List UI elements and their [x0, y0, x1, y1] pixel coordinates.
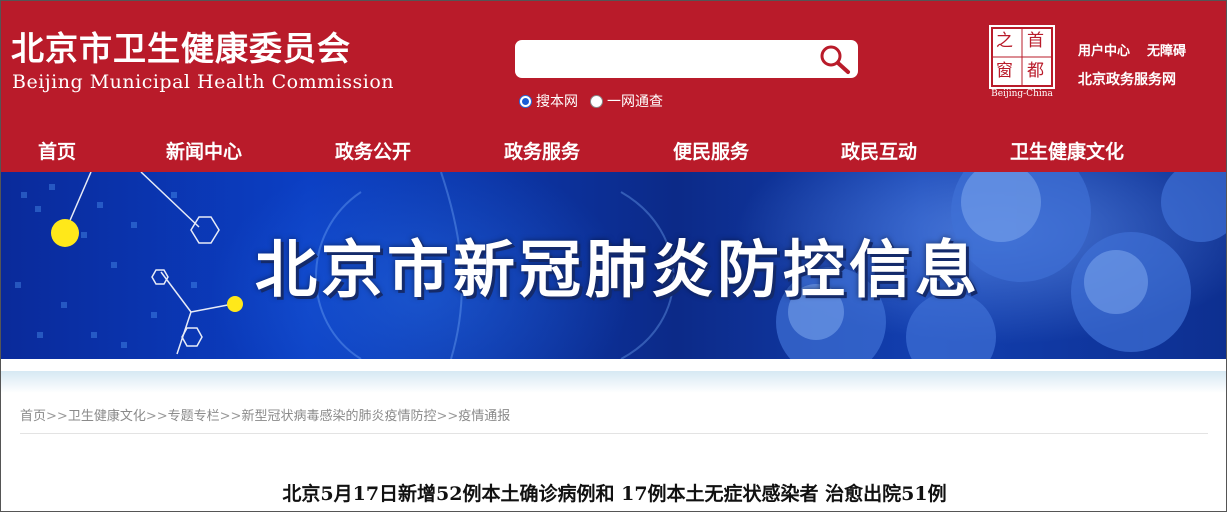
search-box	[515, 40, 858, 78]
site-title[interactable]: 北京市卫生健康委员会	[11, 29, 351, 69]
seal-box: 之 首 窗 都	[989, 25, 1055, 89]
seal-char-2: 首	[1027, 31, 1044, 51]
breadcrumb-separator: >>	[145, 409, 168, 424]
nav-health-culture[interactable]: 卫生健康文化	[1010, 137, 1124, 164]
main-nav: 首页 新闻中心 政务公开 政务服务 便民服务 政民互动 卫生健康文化	[1, 127, 1226, 172]
radio-site-label[interactable]: 搜本网	[536, 91, 578, 111]
nav-public-services[interactable]: 便民服务	[673, 137, 749, 164]
topic-banner[interactable]: 北京市新冠肺炎防控信息	[1, 172, 1226, 359]
radio-all[interactable]	[590, 94, 603, 108]
breadcrumb-separator: >>	[46, 409, 68, 424]
capital-window-logo[interactable]: 之 首 窗 都 Beijing-China	[987, 25, 1057, 101]
seal-caption: Beijing-China	[991, 89, 1053, 99]
breadcrumb-home[interactable]: 首页	[20, 409, 46, 424]
seal-char-4: 都	[1027, 61, 1044, 81]
radio-all-label[interactable]: 一网通查	[607, 91, 663, 111]
gov-service-link[interactable]: 北京政务服务网	[1078, 69, 1176, 89]
site-header: 北京市卫生健康委员会 Beijing Municipal Health Comm…	[1, 1, 1226, 172]
nav-interaction[interactable]: 政民互动	[841, 137, 917, 164]
nav-news[interactable]: 新闻中心	[166, 137, 242, 164]
radio-site[interactable]	[519, 94, 532, 108]
breadcrumb-health-culture[interactable]: 卫生健康文化	[68, 409, 146, 424]
site-subtitle: Beijing Municipal Health Commission	[12, 71, 394, 93]
search-button[interactable]	[818, 43, 852, 75]
breadcrumb-special-topics[interactable]: 专题专栏	[168, 409, 220, 424]
content-top-fade	[1, 371, 1226, 393]
breadcrumb-separator: >>	[436, 409, 459, 424]
breadcrumb-separator: >>	[219, 409, 242, 424]
search-input[interactable]	[523, 46, 813, 72]
accessibility-link[interactable]: 无障碍	[1147, 40, 1186, 59]
nav-gov-affairs-open[interactable]: 政务公开	[335, 137, 411, 164]
breadcrumb: 首页>>卫生健康文化>>专题专栏>>新型冠状病毒感染的肺炎疫情防控>>疫情通报	[20, 405, 510, 424]
content-area: 首页>>卫生健康文化>>专题专栏>>新型冠状病毒感染的肺炎疫情防控>>疫情通报 …	[1, 359, 1226, 511]
seal-char-3: 窗	[996, 61, 1013, 81]
nav-gov-services[interactable]: 政务服务	[504, 137, 580, 164]
breadcrumb-divider	[20, 433, 1208, 434]
banner-title: 北京市新冠肺炎防控信息	[255, 233, 982, 306]
breadcrumb-epidemic-control[interactable]: 新型冠状病毒感染的肺炎疫情防控	[241, 409, 436, 424]
seal-char-1: 之	[996, 31, 1013, 51]
page-frame: 北京市卫生健康委员会 Beijing Municipal Health Comm…	[0, 0, 1227, 512]
article-title: 北京5月17日新增52例本土确诊病例和 17例本土无症状感染者 治愈出院51例	[282, 483, 947, 505]
breadcrumb-epidemic-report[interactable]: 疫情通报	[458, 409, 510, 424]
search-scope: 搜本网 一网通查	[519, 91, 675, 111]
search-icon	[820, 45, 850, 74]
nav-home[interactable]: 首页	[38, 137, 76, 164]
user-center-link[interactable]: 用户中心	[1078, 40, 1130, 59]
